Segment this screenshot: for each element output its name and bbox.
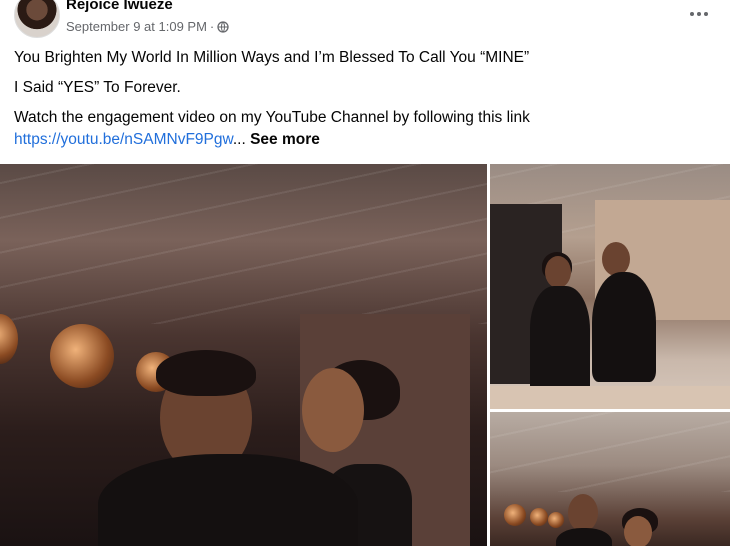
post-text-line-3: Watch the engagement video on my YouTube… xyxy=(14,109,530,126)
photo-grid xyxy=(0,164,730,546)
post-timestamp[interactable]: September 9 at 1:09 PM xyxy=(66,19,207,34)
post-text-line-4: https://youtu.be/nSAMNvF9Pgw... See more xyxy=(14,131,320,149)
ellipsis: ... xyxy=(232,131,246,148)
photo-bottom-right[interactable] xyxy=(490,412,730,546)
globe-icon xyxy=(217,20,229,33)
meta-separator: · xyxy=(209,19,215,34)
post-header: Rejoice Iwueze September 9 at 1:09 PM · xyxy=(0,0,730,46)
post-meta: September 9 at 1:09 PM · xyxy=(66,19,229,34)
more-options-icon[interactable] xyxy=(686,4,712,24)
photo-main[interactable] xyxy=(0,164,487,546)
author-name[interactable]: Rejoice Iwueze xyxy=(66,0,173,13)
photo-top-right[interactable] xyxy=(490,164,730,409)
post-text-line-2: I Said “YES” To Forever. xyxy=(14,79,181,96)
post-text-line-1: You Brighten My World In Million Ways an… xyxy=(14,49,530,66)
author-avatar[interactable] xyxy=(14,0,60,38)
youtube-link[interactable]: https://youtu.be/nSAMNvF9Pgw xyxy=(14,131,233,148)
see-more-button[interactable]: See more xyxy=(250,131,320,148)
